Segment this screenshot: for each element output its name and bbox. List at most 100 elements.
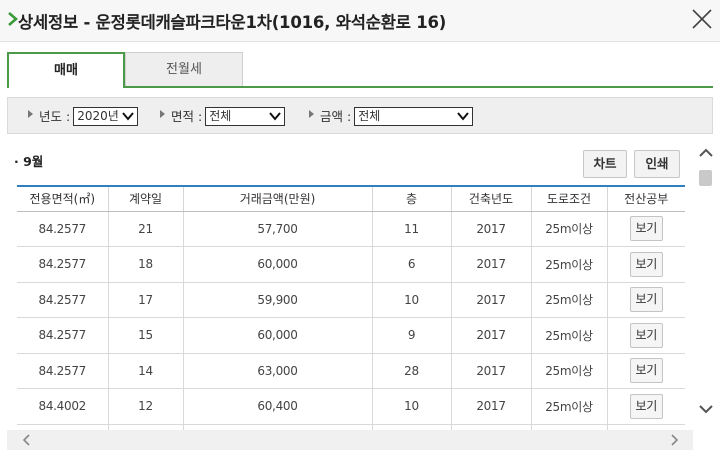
column-header-year: 건축년도 [450, 185, 531, 212]
table-header-row: 전용면적(㎡) 계약일 거래금액(만원) 층 건축년도 도로조건 전산공부 [17, 185, 685, 212]
table-row: 84.2577 15 60,000 9 2017 25m이상 보기 [17, 317, 685, 354]
cell-year: 2017 [450, 353, 531, 389]
view-button[interactable]: 보기 [629, 322, 663, 348]
column-header-day: 계약일 [107, 185, 183, 212]
cell-area: 84.2577 [17, 246, 108, 283]
chevron-down-icon [269, 112, 281, 121]
chevron-left-icon[interactable] [21, 434, 33, 446]
cell-price: 57,700 [182, 211, 372, 247]
column-header-road: 도로조건 [530, 185, 607, 212]
tab-bar: 매매 전월세 [7, 52, 713, 88]
cell-day: 18 [107, 246, 183, 283]
cell-road: 25m이상 [530, 317, 607, 354]
chevron-down-icon [457, 112, 469, 121]
cell-day: 21 [107, 211, 183, 247]
tab-rent[interactable]: 전월세 [125, 52, 243, 86]
cell-area: 84.2577 [17, 282, 108, 318]
cell-registry: 보기 [606, 353, 685, 389]
bullet-triangle-icon [309, 110, 314, 118]
cell-year: 2017 [450, 317, 531, 354]
chevron-down-icon[interactable] [698, 402, 714, 416]
cell-year: 2017 [450, 246, 531, 283]
vertical-scrollbar[interactable] [694, 140, 718, 430]
transactions-table-container: 전용면적(㎡) 계약일 거래금액(만원) 층 건축년도 도로조건 전산공부 84… [17, 185, 685, 430]
table-row: 84.2577 21 57,700 11 2017 25m이상 보기 [17, 211, 685, 247]
cell-floor: 28 [371, 353, 451, 389]
view-button[interactable]: 보기 [629, 393, 663, 419]
cell-day: 12 [107, 388, 183, 425]
year-filter-label: 년도 : [39, 109, 71, 124]
cell-registry: 보기 [606, 317, 685, 354]
table-row: 84.2577 18 60,000 6 2017 25m이상 보기 [17, 246, 685, 283]
cell-road: 25m이상 [530, 211, 607, 247]
year-select[interactable]: 2020년 [73, 107, 139, 126]
cell-floor: 6 [371, 246, 451, 283]
cell-price: 63,000 [182, 353, 372, 389]
print-button[interactable]: 인쇄 [634, 150, 680, 178]
cell-day: 14 [107, 353, 183, 389]
close-icon[interactable] [690, 7, 714, 31]
price-filter: 금액 : 전체 [309, 107, 474, 126]
tab-sale[interactable]: 매매 [7, 52, 125, 88]
cell-registry: 보기 [606, 282, 685, 318]
cell-registry: 보기 [606, 246, 685, 283]
chart-button[interactable]: 차트 [583, 150, 627, 178]
cell-day: 17 [107, 282, 183, 318]
cell-registry: 보기 [606, 388, 685, 425]
dialog-header: 상세정보 - 운정롯데캐슬파크타운1차(1016, 와석순환로 16) [0, 0, 720, 42]
cell-road: 25m이상 [530, 388, 607, 425]
year-filter: 년도 : 2020년 [28, 107, 139, 126]
cell-price: 60,000 [182, 246, 372, 283]
chevron-down-icon [122, 112, 134, 121]
vertical-scroll-thumb[interactable] [699, 170, 712, 186]
transactions-table: 전용면적(㎡) 계약일 거래금액(만원) 층 건축년도 도로조건 전산공부 84… [17, 185, 685, 430]
column-header-floor: 층 [371, 185, 451, 212]
price-select[interactable]: 전체 [354, 107, 474, 126]
view-button[interactable]: 보기 [629, 358, 663, 384]
cell-price: 59,900 [182, 282, 372, 318]
chevron-up-icon[interactable] [698, 146, 714, 160]
cell-price: 60,400 [182, 388, 372, 425]
filter-bar: 년도 : 2020년 면적 : 전체 금액 : 전체 [7, 97, 713, 134]
cell-registry: 보기 [606, 211, 685, 247]
cell-floor: 9 [371, 317, 451, 354]
bullet-triangle-icon [28, 110, 33, 118]
area-select-value: 전체 [209, 109, 232, 123]
price-filter-label: 금액 : [320, 109, 352, 124]
cell-area: 84.2577 [17, 353, 108, 389]
cell-day: 15 [107, 317, 183, 354]
bullet-triangle-icon [160, 110, 165, 118]
cell-area: 84.2577 [17, 317, 108, 354]
cell-year: 2017 [450, 211, 531, 247]
view-button[interactable]: 보기 [629, 287, 663, 313]
cell-year: 2017 [450, 388, 531, 425]
area-filter-label: 면적 : [171, 109, 203, 124]
cell-road: 25m이상 [530, 282, 607, 318]
month-heading: · 9월 [14, 154, 44, 169]
view-button[interactable]: 보기 [629, 251, 663, 277]
cell-road: 25m이상 [530, 353, 607, 389]
column-header-area: 전용면적(㎡) [17, 185, 108, 212]
cell-price: 60,000 [182, 317, 372, 354]
horizontal-scrollbar[interactable] [7, 430, 693, 450]
column-header-registry: 전산공부 [606, 185, 685, 212]
price-select-value: 전체 [358, 109, 381, 123]
column-header-price: 거래금액(만원) [182, 185, 372, 212]
tab-baseline [124, 86, 713, 88]
cell-area: 84.2577 [17, 211, 108, 247]
cell-road: 25m이상 [530, 246, 607, 283]
cell-floor: 10 [371, 282, 451, 318]
cell-year: 2017 [450, 282, 531, 318]
area-filter: 면적 : 전체 [160, 107, 286, 126]
table-row: 84.2577 17 59,900 10 2017 25m이상 보기 [17, 282, 685, 318]
chevron-right-icon[interactable] [668, 434, 680, 446]
table-row: 84.2577 14 63,000 28 2017 25m이상 보기 [17, 353, 685, 389]
cell-area: 84.4002 [17, 388, 108, 425]
dialog-title: 상세정보 - 운정롯데캐슬파크타운1차(1016, 와석순환로 16) [18, 13, 447, 32]
cell-floor: 11 [371, 211, 451, 247]
year-select-value: 2020년 [77, 109, 119, 123]
area-select[interactable]: 전체 [205, 107, 286, 126]
table-row: 84.4002 12 60,400 10 2017 25m이상 보기 [17, 388, 685, 425]
view-button[interactable]: 보기 [629, 216, 663, 242]
cell-floor: 10 [371, 388, 451, 425]
